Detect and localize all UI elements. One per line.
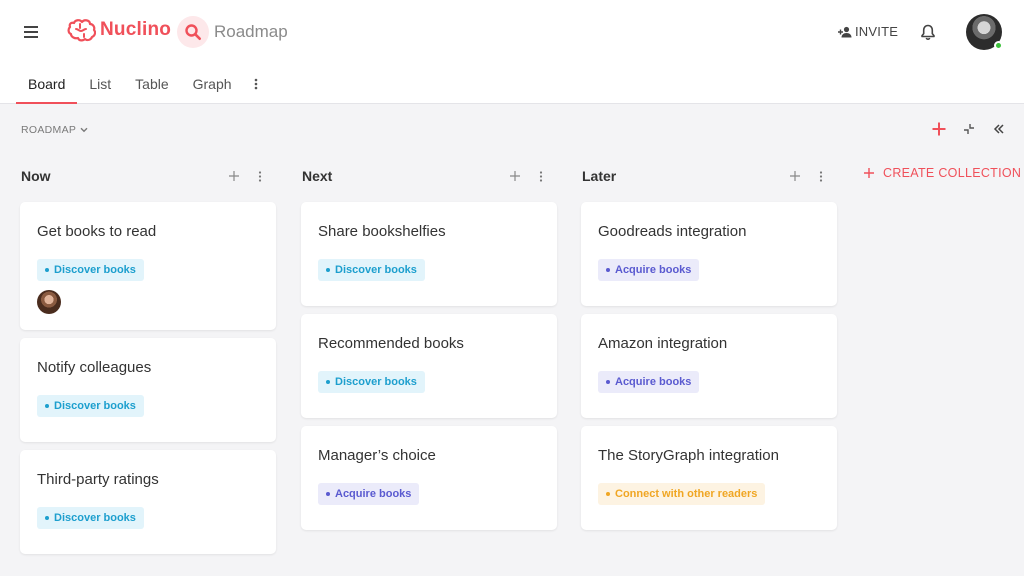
tab-graph[interactable]: Graph <box>181 64 244 104</box>
chevron-down-icon <box>80 127 88 133</box>
create-collection-button[interactable]: CREATE COLLECTION <box>864 166 1021 180</box>
card-title: Get books to read <box>37 223 157 240</box>
plus-icon <box>229 171 239 181</box>
column-next: Next Share bookshelfies Discover books R… <box>301 160 557 530</box>
tag-label: Acquire books <box>615 264 692 276</box>
view-tabs: Board List Table Graph <box>16 64 268 104</box>
tag-badge[interactable]: Acquire books <box>598 371 700 393</box>
double-chevron-left-icon <box>993 124 1004 134</box>
plus-icon <box>864 168 874 178</box>
tab-list[interactable]: List <box>77 64 123 104</box>
card-title: Third-party ratings <box>37 471 159 488</box>
tag-label: Acquire books <box>615 376 692 388</box>
search-button[interactable] <box>177 16 209 48</box>
collapse-sidebar-button[interactable] <box>989 118 1009 140</box>
card[interactable]: Recommended books Discover books <box>301 314 557 418</box>
card-title: Goodreads integration <box>598 223 747 240</box>
tag-badge[interactable]: Discover books <box>37 259 144 281</box>
bell-icon <box>921 24 935 40</box>
search-icon <box>185 24 201 40</box>
card[interactable]: Share bookshelfies Discover books <box>301 202 557 306</box>
card[interactable]: Goodreads integration Acquire books <box>581 202 837 306</box>
plus-icon <box>790 171 800 181</box>
card[interactable]: Get books to read Discover books <box>20 202 276 330</box>
collapse-icon <box>964 124 974 134</box>
brain-logo-icon <box>67 19 96 42</box>
tag-label: Discover books <box>54 264 136 276</box>
breadcrumb-label: ROADMAP <box>21 124 77 136</box>
column-title: Later <box>582 168 617 184</box>
online-status-indicator <box>994 41 1003 50</box>
hamburger-menu-icon[interactable] <box>24 24 40 40</box>
card[interactable]: Third-party ratings Discover books <box>20 450 276 554</box>
column-title: Next <box>302 168 333 184</box>
column-title: Now <box>21 168 51 184</box>
column-later: Later Goodreads integration Acquire book… <box>581 160 837 530</box>
create-collection-label: CREATE COLLECTION <box>883 166 1022 180</box>
invite-label: INVITE <box>855 24 899 39</box>
breadcrumb[interactable]: ROADMAP <box>21 124 88 136</box>
column-more-options-icon[interactable] <box>533 168 549 184</box>
tag-label: Acquire books <box>335 488 412 500</box>
add-user-icon <box>838 26 852 37</box>
card-title: Manager’s choice <box>318 447 436 464</box>
card[interactable]: The StoryGraph integration Connect with … <box>581 426 837 530</box>
card[interactable]: Notify colleagues Discover books <box>20 338 276 442</box>
column-header: Later <box>581 160 837 192</box>
tag-label: Connect with other readers <box>615 488 758 500</box>
column-more-options-icon[interactable] <box>252 168 268 184</box>
card-title: Amazon integration <box>598 335 728 352</box>
add-item-button[interactable] <box>929 118 949 140</box>
board-toolbar <box>929 118 1009 140</box>
card[interactable]: Amazon integration Acquire books <box>581 314 837 418</box>
tag-badge[interactable]: Connect with other readers <box>598 483 766 505</box>
card-title: Notify colleagues <box>37 359 152 376</box>
invite-button[interactable]: INVITE <box>838 24 898 39</box>
tag-badge[interactable]: Acquire books <box>318 483 420 505</box>
assignee-avatar[interactable] <box>37 290 61 314</box>
collapse-cards-button[interactable] <box>959 118 979 140</box>
user-avatar[interactable] <box>966 14 1003 50</box>
column-more-options-icon[interactable] <box>813 168 829 184</box>
tag-badge[interactable]: Discover books <box>318 371 425 393</box>
column-header: Now <box>20 160 276 192</box>
tab-board[interactable]: Board <box>16 64 78 104</box>
more-views-icon[interactable] <box>244 64 268 104</box>
card-title: The StoryGraph integration <box>598 447 779 464</box>
column-header: Next <box>301 160 557 192</box>
column-add-card-button[interactable] <box>787 168 803 184</box>
card-title: Recommended books <box>318 335 464 352</box>
column-add-card-button[interactable] <box>507 168 523 184</box>
card-title: Share bookshelfies <box>318 223 446 240</box>
column-now: Now Get books to read Discover books Not… <box>20 160 276 554</box>
top-bar: Nuclino Roadmap INVITE Board List Table … <box>0 0 1024 104</box>
tag-badge[interactable]: Discover books <box>37 395 144 417</box>
tag-badge[interactable]: Acquire books <box>598 259 700 281</box>
tag-label: Discover books <box>54 400 136 412</box>
tag-badge[interactable]: Discover books <box>318 259 425 281</box>
tab-table[interactable]: Table <box>123 64 180 104</box>
notifications-button[interactable] <box>919 23 937 46</box>
nuclino-logo[interactable]: Nuclino <box>66 18 171 42</box>
logo-text: Nuclino <box>100 19 172 40</box>
card[interactable]: Manager’s choice Acquire books <box>301 426 557 530</box>
tag-label: Discover books <box>335 264 417 276</box>
tag-label: Discover books <box>335 376 417 388</box>
plus-icon <box>510 171 520 181</box>
tag-label: Discover books <box>54 512 136 524</box>
plus-icon <box>932 122 946 136</box>
tag-badge[interactable]: Discover books <box>37 507 144 529</box>
workspace-name[interactable]: Roadmap <box>214 22 288 42</box>
column-add-card-button[interactable] <box>226 168 242 184</box>
